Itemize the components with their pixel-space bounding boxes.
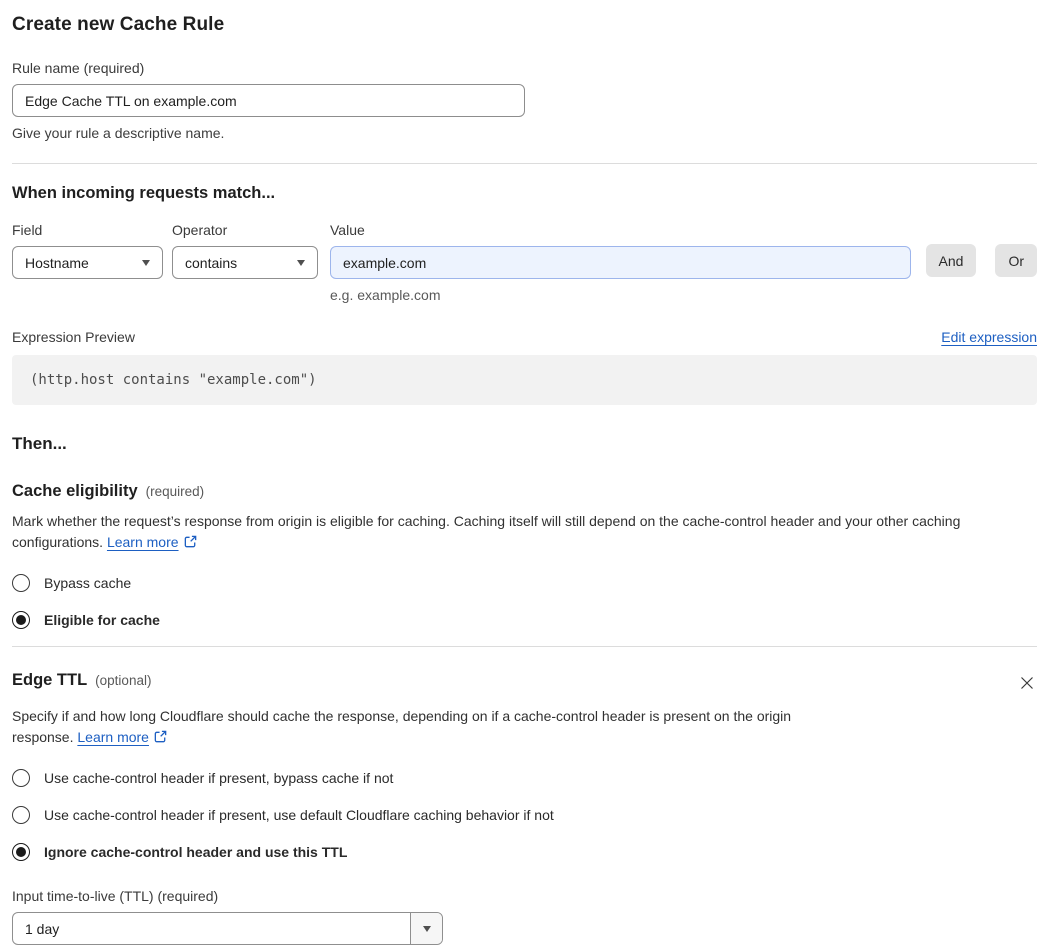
page-title: Create new Cache Rule: [12, 14, 225, 35]
and-button[interactable]: And: [925, 244, 977, 277]
learn-more-link[interactable]: Learn more: [77, 729, 149, 745]
radio-option-label: Use cache-control header if present, use…: [44, 807, 554, 823]
edge-ttl-description: Specify if and how long Cloudflare shoul…: [12, 706, 848, 750]
close-icon[interactable]: [1017, 673, 1037, 696]
radio-icon[interactable]: [12, 769, 30, 787]
radio-option-eligible-for-cache[interactable]: Eligible for cache: [12, 611, 1037, 629]
edge-ttl-optional-tag: (optional): [95, 673, 152, 688]
expression-preview-code: (http.host contains "example.com"): [12, 355, 1037, 405]
rule-name-input[interactable]: [12, 84, 525, 117]
ttl-select[interactable]: 1 day: [12, 912, 443, 945]
field-select-value: Hostname: [25, 254, 89, 271]
caret-down-icon: [142, 259, 150, 266]
rule-name-label: Rule name (required): [12, 60, 145, 76]
section-divider: [12, 646, 1037, 647]
field-select[interactable]: Hostname: [12, 246, 163, 279]
edit-expression-link[interactable]: Edit expression: [941, 329, 1037, 345]
radio-option-label: Ignore cache-control header and use this…: [44, 844, 348, 860]
radio-option-bypass-cache[interactable]: Bypass cache: [12, 574, 1037, 592]
field-label: Field: [12, 222, 43, 238]
ttl-label: Input time-to-live (TTL) (required): [12, 888, 219, 904]
radio-option-label: Use cache-control header if present, byp…: [44, 770, 394, 786]
radio-option-label: Eligible for cache: [44, 612, 160, 628]
radio-option-label: Bypass cache: [44, 575, 132, 591]
ttl-select-dropdown-button[interactable]: [410, 913, 442, 944]
then-heading: Then...: [12, 434, 67, 453]
section-divider: [12, 163, 1037, 164]
cache-eligibility-heading: Cache eligibility: [12, 482, 138, 500]
rule-name-help: Give your rule a descriptive name.: [12, 125, 225, 141]
operator-select[interactable]: contains: [172, 246, 318, 279]
operator-label: Operator: [172, 222, 228, 238]
cache-eligibility-required-tag: (required): [145, 484, 205, 499]
match-section-heading: When incoming requests match...: [12, 184, 276, 202]
external-link-icon: [183, 534, 198, 555]
caret-down-icon: [297, 259, 305, 266]
learn-more-link[interactable]: Learn more: [107, 534, 179, 550]
value-input[interactable]: [330, 246, 911, 279]
cache-eligibility-description: Mark whether the request’s response from…: [12, 511, 1037, 555]
match-condition-row: Field Hostname Operator contains Value e…: [12, 222, 1037, 303]
radio-selected-icon[interactable]: [12, 843, 30, 861]
radio-option-ignore-header-use-ttl[interactable]: Ignore cache-control header and use this…: [12, 843, 1037, 861]
expression-preview-label: Expression Preview: [12, 329, 135, 345]
edge-ttl-heading: Edge TTL: [12, 671, 88, 689]
operator-select-value: contains: [185, 254, 238, 271]
caret-down-icon: [422, 925, 431, 932]
radio-selected-icon[interactable]: [12, 611, 30, 629]
ttl-select-value: 1 day: [25, 920, 60, 937]
external-link-icon: [153, 729, 168, 750]
or-button[interactable]: Or: [995, 244, 1037, 277]
radio-option-use-header-default[interactable]: Use cache-control header if present, use…: [12, 806, 1037, 824]
value-help: e.g. example.com: [330, 287, 441, 303]
create-cache-rule-form: Create new Cache Rule Rule name (require…: [0, 0, 1058, 945]
radio-icon[interactable]: [12, 806, 30, 824]
value-label: Value: [330, 222, 365, 238]
radio-option-use-header-bypass[interactable]: Use cache-control header if present, byp…: [12, 769, 1037, 787]
radio-icon[interactable]: [12, 574, 30, 592]
